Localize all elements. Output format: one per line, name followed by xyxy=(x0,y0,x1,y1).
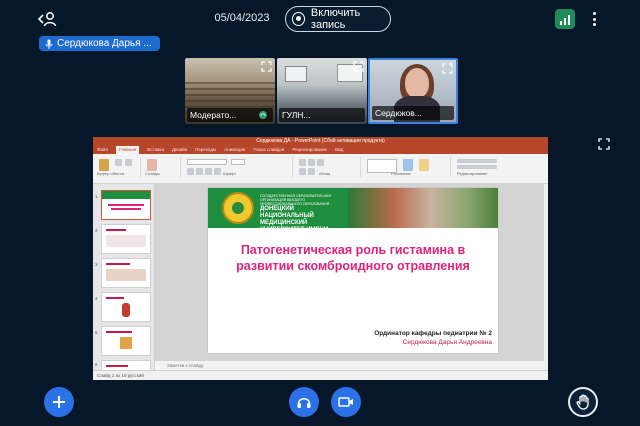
slide-thumbnail[interactable] xyxy=(101,292,151,322)
author-name: Сердюкова Дарья Андреевна xyxy=(402,339,492,346)
university-emblem-icon xyxy=(222,192,254,224)
actions-plus-button[interactable] xyxy=(44,387,74,417)
ribbon-group: Слайды xyxy=(143,157,181,177)
expand-icon[interactable] xyxy=(442,63,453,74)
ppt-ribbon: Буфер обмена Слайды Шрифт Абзац Рисовани… xyxy=(93,154,548,184)
start-recording-button[interactable]: Включить запись xyxy=(285,6,391,32)
screen-share-area[interactable]: Сердюкова ДА - PowerPoint (Сбой активаци… xyxy=(93,137,548,380)
presenter-name: Сердюкова Дарья ... xyxy=(57,38,152,49)
slide-banner: Государственная образовательная организа… xyxy=(208,188,498,240)
ppt-tab: Дизайн xyxy=(171,147,188,152)
headphones-icon xyxy=(259,111,267,119)
ppt-ribbon-tabs: Файл Главная Вставка Дизайн Переходы Ани… xyxy=(93,146,548,154)
audio-button[interactable] xyxy=(289,387,319,417)
slide-title: Патогенетическая роль гистамина в развит… xyxy=(236,243,470,273)
ppt-tab: Переходы xyxy=(195,147,217,152)
ppt-tab-active: Главная xyxy=(116,146,140,154)
headphones-icon xyxy=(297,397,311,408)
participant-video-tile-active[interactable]: Сердюков... xyxy=(368,58,458,124)
raise-hand-button[interactable] xyxy=(568,387,598,417)
ppt-status-bar: Слайд 1 из 10 русский xyxy=(93,370,548,380)
microphone-icon xyxy=(45,39,53,49)
institution-name: Государственная образовательная организа… xyxy=(260,194,331,240)
avatar-face xyxy=(405,68,429,98)
more-options-icon[interactable] xyxy=(588,10,600,28)
university-building-photo xyxy=(348,188,498,228)
author-position: Ординатор кафедры педиатрии № 2 xyxy=(374,330,492,337)
current-slide: Государственная образовательная организа… xyxy=(208,188,498,353)
participant-name: Модерато... xyxy=(190,110,237,120)
ppt-workspace: 1 2 3 4 5 6 Государственная образователь… xyxy=(93,184,548,372)
ribbon-group: Шрифт xyxy=(183,157,293,177)
participant-name: ГУЛН... xyxy=(282,110,311,120)
expand-icon[interactable] xyxy=(261,61,272,72)
presenter-badge[interactable]: Сердюкова Дарья ... xyxy=(39,36,160,51)
participant-video-tile[interactable]: ГУЛН... xyxy=(277,58,367,124)
slide-thumbnail[interactable] xyxy=(101,190,151,220)
fullscreen-icon[interactable] xyxy=(598,138,610,150)
record-icon xyxy=(292,12,305,26)
ppt-tab: Показ слайдов xyxy=(253,147,285,152)
slide-thumbnails[interactable]: 1 2 3 4 5 6 xyxy=(93,184,155,372)
room-screen xyxy=(285,66,307,82)
ppt-tab: Вид xyxy=(335,147,344,152)
ribbon-group: Рисование xyxy=(363,157,451,177)
ppt-tab: Файл xyxy=(97,147,109,152)
ribbon-group: Редактирование xyxy=(453,157,523,177)
ribbon-group: Буфер обмена xyxy=(95,157,141,177)
participant-name-bar: ГУЛН... xyxy=(279,108,365,122)
ppt-window-title: Сердюкова ДА - PowerPoint (Сбой активаци… xyxy=(93,137,548,146)
record-label: Включить запись xyxy=(310,7,361,31)
connection-status-icon[interactable] xyxy=(555,9,575,29)
video-button[interactable] xyxy=(331,387,361,417)
slide-notes[interactable]: Заметки к слайду xyxy=(155,361,548,370)
ribbon-group: Абзац xyxy=(295,157,361,177)
slide-canvas: Государственная образовательная организа… xyxy=(155,184,548,370)
camera-icon xyxy=(338,397,353,407)
participant-name: Сердюков... xyxy=(375,108,422,118)
participant-name-bar: Модерато... xyxy=(187,108,273,122)
participant-name-bar: Сердюков... xyxy=(372,106,454,120)
hand-icon xyxy=(576,394,589,410)
slide-thumbnail[interactable] xyxy=(101,258,151,288)
ppt-tab: Рецензирование xyxy=(292,147,328,152)
participant-video-tile[interactable]: Модерато... xyxy=(185,58,275,124)
scrollbar[interactable] xyxy=(544,184,548,370)
ppt-tab: Анимация xyxy=(224,147,246,152)
ppt-tab: Вставка xyxy=(147,147,164,152)
slide-thumbnail[interactable] xyxy=(101,326,151,356)
slide-thumbnail[interactable] xyxy=(101,224,151,254)
leave-session-icon[interactable] xyxy=(37,10,58,28)
expand-icon[interactable] xyxy=(353,61,364,72)
